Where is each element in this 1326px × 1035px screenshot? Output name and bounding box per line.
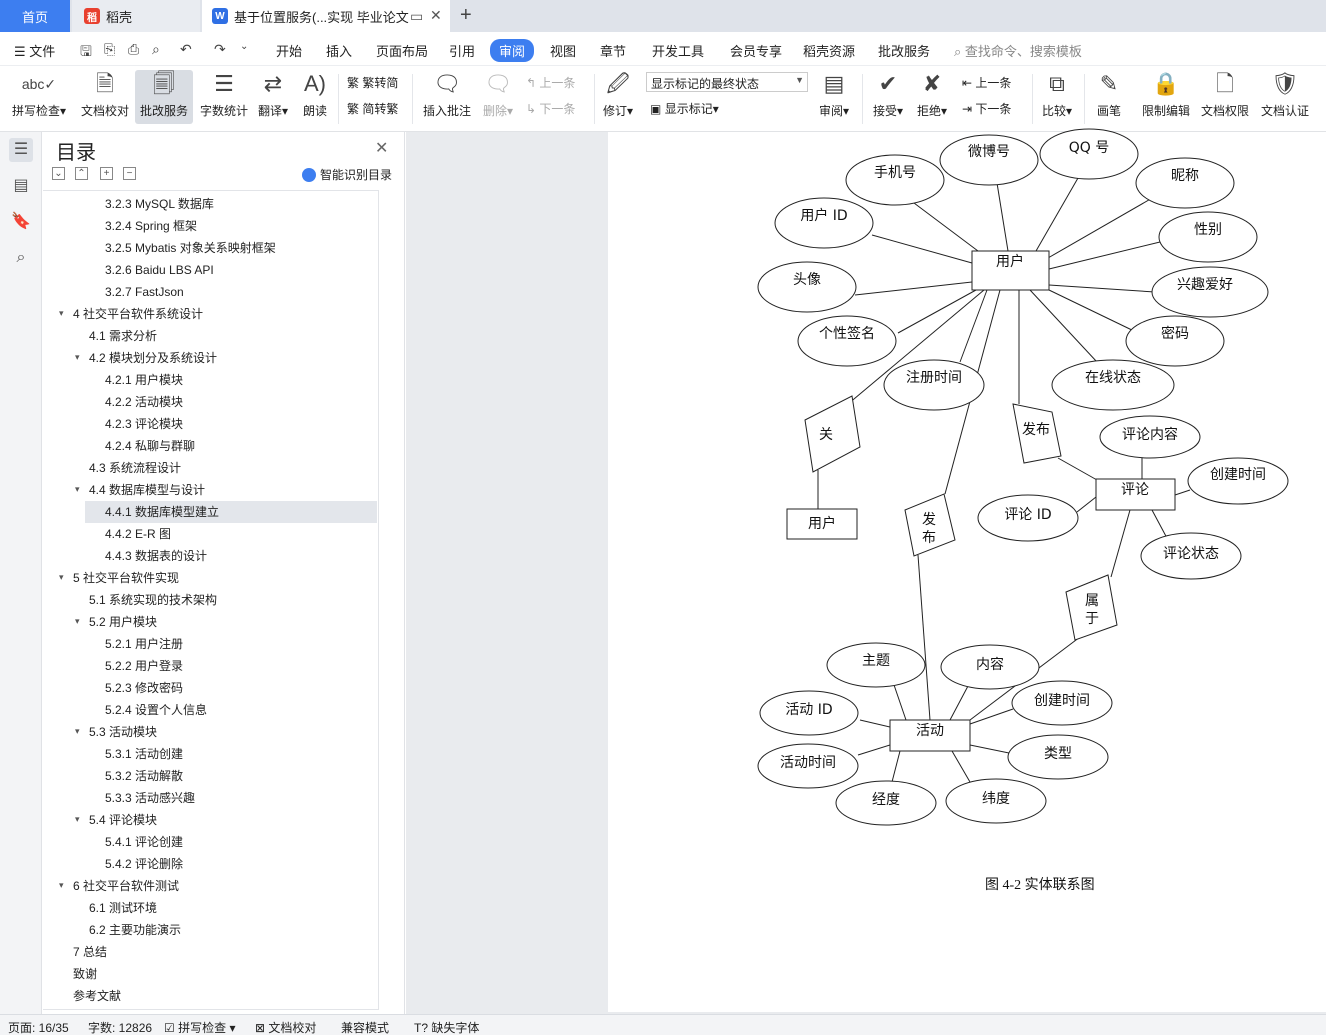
- er-attr-latitude: 纬度: [982, 791, 1010, 807]
- er-attr-online-status: 在线状态: [1085, 370, 1141, 386]
- er-entity-comment: 评论: [1121, 482, 1149, 498]
- er-attr-comment-created: 创建时间: [1210, 467, 1266, 483]
- er-entity-user-2: 用户: [808, 515, 836, 532]
- er-attribute-shape: [939, 134, 1039, 186]
- er-attr-avatar: 头像: [793, 272, 821, 288]
- er-attr-gender: 性别: [1194, 222, 1222, 238]
- er-relation-publish-2-top: 发: [922, 512, 936, 528]
- er-attr-comment-content: 评论内容: [1122, 426, 1178, 443]
- er-attr-activity-time: 活动时间: [780, 755, 836, 771]
- compat-mode: 兼容模式: [341, 1021, 390, 1035]
- er-attr-qq: QQ 号: [1069, 140, 1110, 156]
- er-diagram: 手机号 微博号 QQ 号 昵称 用户 ID 性别 头像 兴趣爱好 个性签名 密码…: [757, 128, 1289, 826]
- er-attr-comment-status: 评论状态: [1163, 546, 1219, 562]
- status-spell-label: 拼写检查: [178, 1021, 227, 1035]
- status-proof-label: 文档校对: [268, 1021, 317, 1035]
- er-entity-user: 用户: [996, 253, 1024, 270]
- er-relation-publish: 发布: [1022, 422, 1050, 438]
- er-attr-activity-topic: 主题: [862, 653, 890, 669]
- er-attr-comment-id: 评论 ID: [1004, 507, 1051, 523]
- status-bar: 页面: 16/35 字数: 12826 ☑ 拼写检查 ▾ ⊠ 文档校对 兼容模式…: [0, 1014, 1326, 1035]
- proof-icon: ⊠: [255, 1021, 266, 1035]
- er-relation-belong-top: 属: [1085, 593, 1099, 609]
- status-spell-check[interactable]: ☑ 拼写检查 ▾: [164, 1019, 235, 1035]
- er-attr-register-time: 注册时间: [906, 370, 962, 386]
- missing-font-label: 缺失字体: [431, 1021, 480, 1035]
- checkbox-icon: ☑: [164, 1021, 175, 1035]
- er-attr-activity-created: 创建时间: [1034, 693, 1090, 709]
- er-attr-activity-content: 内容: [976, 656, 1004, 673]
- er-attr-hobby: 兴趣爱好: [1177, 277, 1233, 293]
- missing-font[interactable]: T? 缺失字体: [414, 1019, 479, 1035]
- er-attr-activity-id: 活动 ID: [785, 702, 832, 718]
- er-attr-weibo: 微博号: [968, 143, 1010, 160]
- er-attr-longitude: 经度: [872, 792, 900, 808]
- er-relation-guan: 关: [819, 427, 833, 443]
- figure-caption: 图 4-2 实体联系图: [985, 878, 1095, 893]
- er-attr-signature: 个性签名: [819, 325, 875, 342]
- er-entity-activity: 活动: [916, 723, 944, 739]
- er-attr-user-id: 用户 ID: [800, 207, 847, 224]
- status-doc-proof[interactable]: ⊠ 文档校对: [255, 1019, 316, 1035]
- er-relation-publish-2-bottom: 布: [922, 530, 936, 546]
- er-attr-activity-type: 类型: [1044, 746, 1072, 762]
- word-count[interactable]: 字数: 12826: [88, 1019, 152, 1035]
- er-attr-phone: 手机号: [874, 165, 916, 181]
- missing-font-icon: T?: [414, 1021, 429, 1035]
- er-attr-nickname: 昵称: [1171, 168, 1199, 184]
- page-indicator[interactable]: 页面: 16/35: [8, 1019, 69, 1035]
- er-relation-belong-bottom: 于: [1085, 611, 1099, 627]
- er-attr-password: 密码: [1161, 325, 1189, 342]
